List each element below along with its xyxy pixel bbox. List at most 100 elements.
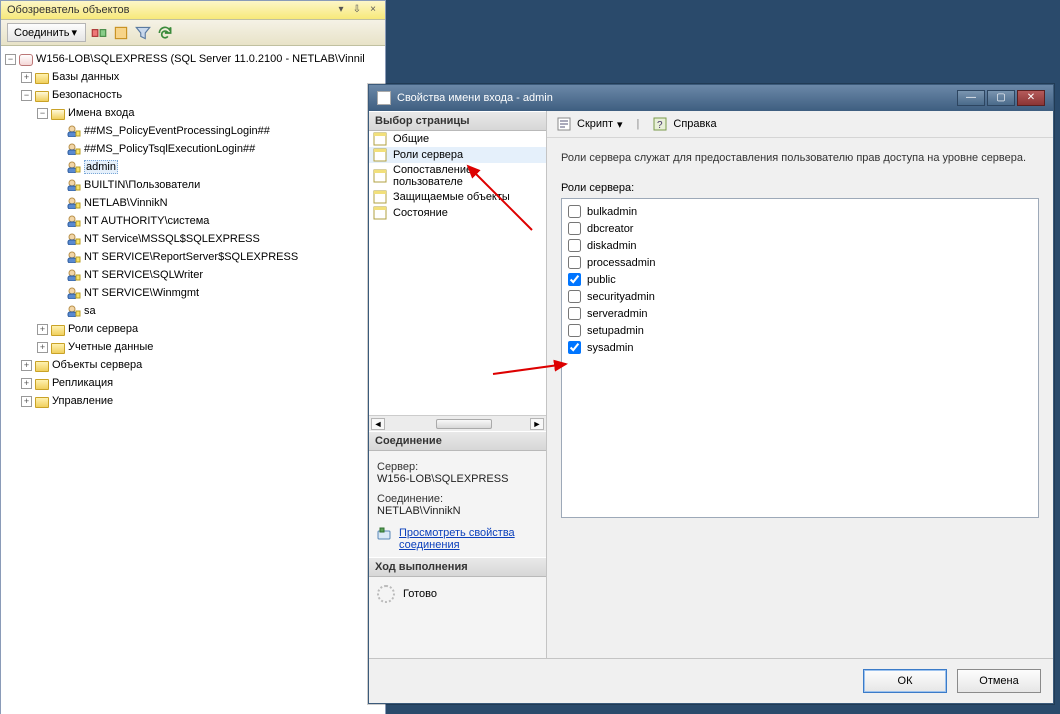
dropdown-icon[interactable]: ▾ [335,4,347,16]
login-item[interactable]: NT SERVICE\SQLWriter [84,269,203,281]
login-icon [67,287,81,299]
progress-spinner-icon [377,585,395,603]
connection-header: Соединение [369,431,546,451]
dialog-toolbar: Скрипт ▾ | ? Справка [547,111,1053,138]
scroll-thumb[interactable] [436,419,492,429]
expand-toggle[interactable]: − [5,54,16,65]
object-tree[interactable]: − W156-LOB\SQLEXPRESS (SQL Server 11.0.2… [1,46,385,714]
role-row[interactable]: processadmin [568,254,1032,271]
view-connection-props-link[interactable]: Просмотреть свойства соединения [399,527,538,551]
pin-icon[interactable]: ⇩ [351,4,363,16]
role-checkbox[interactable] [568,324,581,337]
scroll-left-icon[interactable]: ◄ [371,418,385,430]
role-checkbox[interactable] [568,256,581,269]
role-checkbox[interactable] [568,290,581,303]
scroll-right-icon[interactable]: ► [530,418,544,430]
ok-button[interactable]: ОК [863,669,947,693]
role-row[interactable]: public [568,271,1032,288]
close-button[interactable]: ✕ [1017,90,1045,106]
roles-label: Роли сервера: [561,182,1039,194]
role-checkbox[interactable] [568,341,581,354]
role-checkbox[interactable] [568,205,581,218]
credentials-node[interactable]: Учетные данные [68,341,153,353]
databases-node[interactable]: Базы данных [52,71,119,83]
folder-icon [35,91,49,102]
expand-toggle[interactable]: + [37,342,48,353]
login-item[interactable]: ##MS_PolicyEventProcessingLogin## [84,125,270,137]
login-item[interactable]: ##MS_PolicyTsqlExecutionLogin## [84,143,255,155]
role-checkbox[interactable] [568,307,581,320]
server-roles-node[interactable]: Роли сервера [68,323,138,335]
page-label: Защищаемые объекты [393,191,510,203]
logins-node[interactable]: Имена входа [68,107,134,119]
role-name: dbcreator [587,223,633,235]
maximize-button[interactable]: ▢ [987,90,1015,106]
page-item[interactable]: Состояние [369,205,546,221]
refresh-icon[interactable] [156,24,174,42]
role-row[interactable]: setupadmin [568,322,1032,339]
expand-toggle[interactable]: + [21,360,32,371]
connect-button[interactable]: Соединить▾ [7,23,86,42]
server-node[interactable]: W156-LOB\SQLEXPRESS (SQL Server 11.0.210… [36,53,365,65]
filter-icon[interactable] [134,24,152,42]
close-icon[interactable]: × [367,4,379,16]
progress-header: Ход выполнения [369,557,546,577]
dialog-left-pane: Выбор страницы ОбщиеРоли сервераСопостав… [369,111,547,658]
connection-props-icon [377,527,393,544]
server-roles-listbox[interactable]: bulkadmin dbcreator diskadminprocessadminp… [561,198,1039,518]
stop-icon[interactable] [112,24,130,42]
login-item[interactable]: BUILTIN\Пользователи [84,179,200,191]
connection-label: Соединение: [377,493,538,505]
dialog-right-pane: Скрипт ▾ | ? Справка Роли сервера служат… [547,111,1053,658]
login-item[interactable]: admin [84,160,118,174]
page-list[interactable]: ОбщиеРоли сервераСопоставление пользоват… [369,131,546,431]
replication-node[interactable]: Репликация [52,377,113,389]
server-objects-node[interactable]: Объекты сервера [52,359,142,371]
security-node[interactable]: Безопасность [52,89,122,101]
login-icon [67,269,81,281]
cancel-button[interactable]: Отмена [957,669,1041,693]
login-item[interactable]: NT AUTHORITY\система [84,215,209,227]
page-icon [373,132,389,146]
page-label: Сопоставление пользователе [393,164,542,188]
login-icon [67,179,81,191]
page-item[interactable]: Общие [369,131,546,147]
role-row[interactable]: securityadmin [568,288,1032,305]
role-checkbox[interactable] [568,239,581,252]
role-row[interactable]: sysadmin [568,339,1032,356]
expand-toggle[interactable]: + [21,72,32,83]
management-node[interactable]: Управление [52,395,113,407]
page-item[interactable]: Защищаемые объекты [369,189,546,205]
page-item[interactable]: Сопоставление пользователе [369,163,546,189]
role-row[interactable]: diskadmin [568,237,1032,254]
login-item[interactable]: NT SERVICE\ReportServer$SQLEXPRESS [84,251,298,263]
disconnect-icon[interactable] [90,24,108,42]
folder-icon [35,379,49,390]
minimize-button[interactable]: — [957,90,985,106]
login-item[interactable]: NT SERVICE\Winmgmt [84,287,199,299]
role-checkbox[interactable] [568,273,581,286]
login-icon [67,215,81,227]
role-row[interactable]: dbcreator [568,220,1032,237]
expand-toggle[interactable]: − [37,108,48,119]
login-item[interactable]: sa [84,305,96,317]
connection-info: Сервер: W156-LOB\SQLEXPRESS Соединение: … [369,451,546,557]
role-row[interactable]: serveradmin [568,305,1032,322]
role-row[interactable]: bulkadmin [568,203,1032,220]
expand-toggle[interactable]: + [37,324,48,335]
login-item[interactable]: NETLAB\VinnikN [84,197,168,209]
page-icon [373,190,389,204]
expand-toggle[interactable]: − [21,90,32,101]
expand-toggle[interactable]: + [21,396,32,407]
help-button[interactable]: ? Справка [653,117,716,131]
dialog-titlebar[interactable]: Свойства имени входа - admin — ▢ ✕ [369,85,1053,111]
h-scrollbar[interactable]: ◄ ► [369,415,546,431]
expand-toggle[interactable]: + [21,378,32,389]
dialog-footer: ОК Отмена [369,658,1053,703]
login-icon [67,305,81,317]
progress-status: Готово [403,588,437,600]
page-item[interactable]: Роли сервера [369,147,546,163]
role-checkbox[interactable] [568,222,581,235]
login-item[interactable]: NT Service\MSSQL$SQLEXPRESS [84,233,260,245]
script-button[interactable]: Скрипт ▾ [557,117,623,131]
